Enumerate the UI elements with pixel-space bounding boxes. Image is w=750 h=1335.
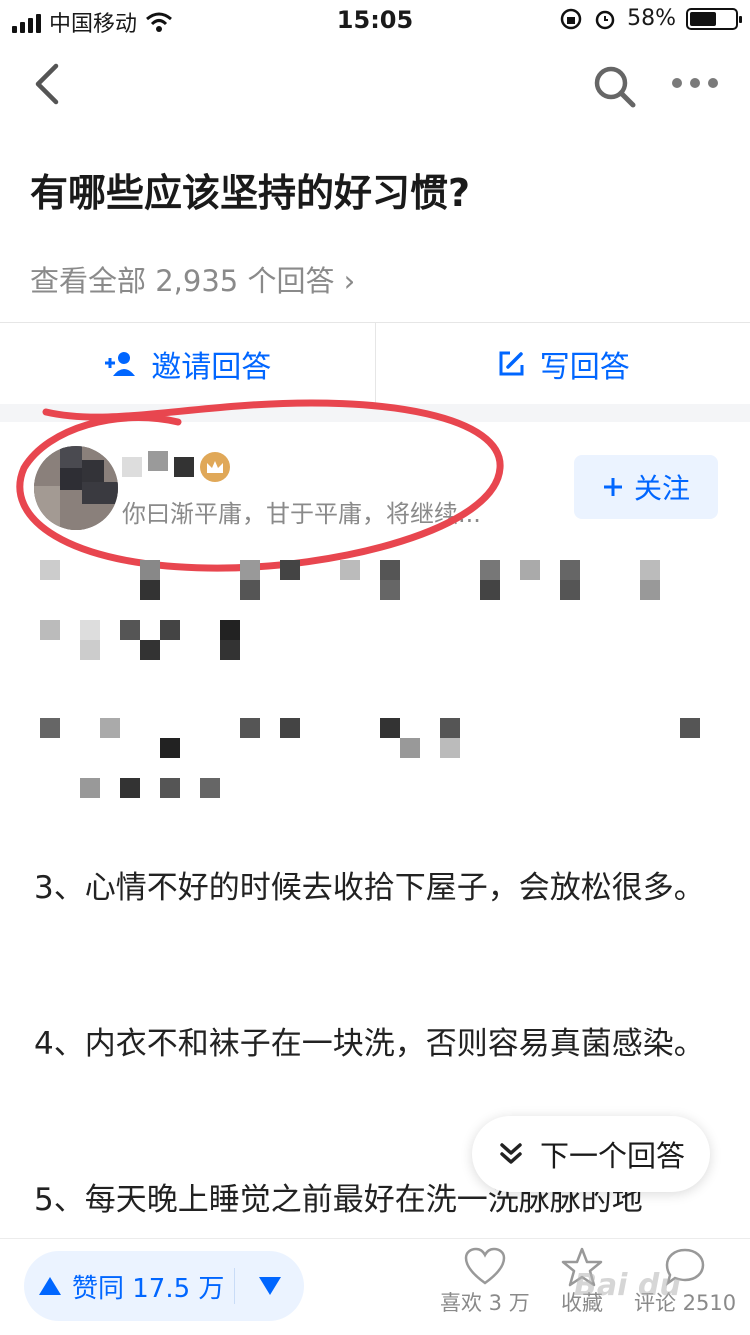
blurred-text-line: [30, 620, 270, 660]
add-person-icon: [103, 350, 137, 378]
view-all-answers-link[interactable]: 查看全部 2,935 个回答 ›: [30, 258, 355, 300]
like-button[interactable]: 喜欢 3 万: [440, 1247, 530, 1317]
question-action-bar: 邀请回答 写回答: [0, 322, 750, 405]
heart-icon: [463, 1247, 507, 1287]
double-chevron-down-icon: [498, 1141, 524, 1167]
next-answer-label: 下一个回答: [540, 1133, 685, 1175]
navigation-bar: [0, 50, 750, 120]
rotation-lock-icon: [559, 7, 583, 31]
write-answer-button[interactable]: 写回答: [376, 323, 750, 405]
like-label: 喜欢 3 万: [440, 1287, 530, 1317]
upvote-label: 赞同 17.5 万: [72, 1268, 224, 1305]
follow-label: 关注: [634, 467, 690, 507]
question-title[interactable]: 有哪些应该坚持的好习惯?: [30, 162, 470, 217]
invite-answer-button[interactable]: 邀请回答: [0, 323, 375, 405]
blurred-text-line: [30, 560, 720, 600]
follow-button[interactable]: 关注: [574, 455, 718, 519]
comment-bubble-icon: [663, 1247, 707, 1287]
status-bar: 中国移动 15:05 58%: [0, 0, 750, 40]
triangle-down-icon: [258, 1276, 282, 1296]
star-icon: [560, 1247, 604, 1287]
upvote-button[interactable]: 赞同 17.5 万: [24, 1268, 234, 1305]
more-icon[interactable]: [672, 78, 718, 88]
comment-button[interactable]: 评论 2510: [634, 1247, 736, 1317]
author-bio: 你曰渐平庸，甘于平庸，将继续...: [122, 494, 481, 529]
write-answer-label: 写回答: [540, 342, 630, 386]
comment-label: 评论 2510: [634, 1287, 736, 1317]
answer-item-4: 4、内衣不和袜子在一块洗，否则容易真菌感染。: [34, 1016, 724, 1072]
crown-badge-icon: [200, 452, 230, 482]
downvote-button[interactable]: [235, 1276, 304, 1296]
plus-icon: [602, 476, 624, 498]
vote-pill: 赞同 17.5 万: [24, 1251, 304, 1321]
collect-label: 收藏: [561, 1287, 603, 1317]
blurred-text-line: [30, 778, 250, 818]
alarm-icon: [593, 7, 617, 31]
blurred-text-line: [30, 718, 720, 758]
author-name[interactable]: [122, 452, 230, 482]
bottom-action-bar: 赞同 17.5 万 喜欢 3 万 收藏 评论 2510: [0, 1238, 750, 1335]
answer-item-3: 3、心情不好的时候去收拾下屋子，会放松很多。: [34, 860, 724, 916]
battery-icon: [686, 8, 738, 30]
battery-percent: 58%: [627, 6, 676, 31]
edit-icon: [496, 349, 526, 379]
triangle-up-icon: [38, 1276, 62, 1296]
search-icon[interactable]: [592, 64, 638, 110]
back-icon[interactable]: [28, 62, 68, 106]
collect-button[interactable]: 收藏: [560, 1247, 604, 1317]
section-gap: [0, 404, 750, 422]
next-answer-button[interactable]: 下一个回答: [472, 1116, 710, 1192]
invite-answer-label: 邀请回答: [151, 342, 271, 386]
avatar[interactable]: [34, 446, 118, 530]
